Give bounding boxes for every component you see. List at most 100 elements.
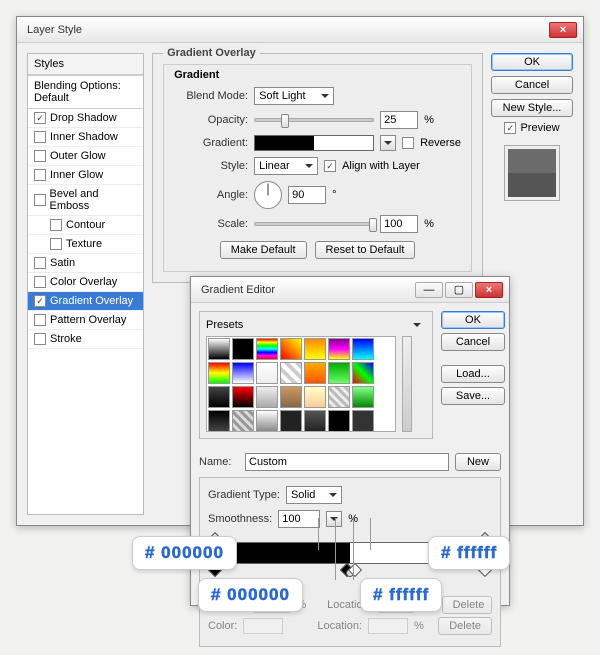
preview-checkbox[interactable] [504, 122, 516, 134]
style-checkbox[interactable] [34, 295, 46, 307]
opacity-slider[interactable] [254, 118, 374, 122]
style-checkbox[interactable] [34, 169, 46, 181]
gradient-preview[interactable] [254, 135, 374, 151]
style-item-texture[interactable]: Texture [28, 235, 143, 254]
style-checkbox[interactable] [50, 238, 62, 250]
style-item-drop-shadow[interactable]: Drop Shadow [28, 109, 143, 128]
smoothness-value[interactable]: 100 [278, 510, 320, 528]
reset-default-button[interactable]: Reset to Default [315, 241, 416, 259]
style-checkbox[interactable] [34, 112, 46, 124]
style-checkbox[interactable] [34, 314, 46, 326]
new-button[interactable]: New [455, 453, 501, 471]
style-item-color-overlay[interactable]: Color Overlay [28, 273, 143, 292]
blending-options-default[interactable]: Blending Options: Default [28, 75, 143, 109]
blend-mode-select[interactable]: Soft Light [254, 87, 334, 105]
scale-slider[interactable] [254, 222, 374, 226]
preset-swatch[interactable] [208, 338, 230, 360]
name-input[interactable]: Custom [245, 453, 449, 471]
preset-swatch[interactable] [208, 362, 230, 384]
preset-swatch[interactable] [304, 362, 326, 384]
preset-swatch[interactable] [304, 410, 326, 432]
preset-swatch[interactable] [256, 410, 278, 432]
maximize-icon[interactable]: ▢ [445, 282, 473, 298]
styles-header[interactable]: Styles [28, 54, 143, 75]
preset-swatch[interactable] [304, 338, 326, 360]
style-label: Bevel and Emboss [50, 188, 138, 212]
style-checkbox[interactable] [34, 194, 46, 206]
ok-button[interactable]: OK [491, 53, 573, 71]
preset-swatch[interactable] [256, 386, 278, 408]
ge-close-icon[interactable]: × [475, 282, 503, 298]
callout-line [335, 518, 336, 580]
close-icon[interactable]: × [549, 22, 577, 38]
style-checkbox[interactable] [34, 333, 46, 345]
color-swatch [243, 618, 283, 634]
ge-titlebar[interactable]: Gradient Editor — ▢ × [191, 277, 509, 303]
preset-swatch[interactable] [352, 362, 374, 384]
preset-swatch[interactable] [328, 362, 350, 384]
preset-swatch[interactable] [328, 338, 350, 360]
preset-swatch[interactable] [352, 338, 374, 360]
style-checkbox[interactable] [50, 219, 62, 231]
preset-swatch[interactable] [304, 386, 326, 408]
preset-swatch[interactable] [208, 410, 230, 432]
style-item-gradient-overlay[interactable]: Gradient Overlay [28, 292, 143, 311]
preset-swatch[interactable] [232, 386, 254, 408]
blend-mode-label: Blend Mode: [174, 90, 248, 102]
new-style-button[interactable]: New Style... [491, 99, 573, 117]
make-default-button[interactable]: Make Default [220, 241, 307, 259]
preset-swatch[interactable] [232, 410, 254, 432]
reverse-checkbox[interactable] [402, 137, 414, 149]
cancel-button[interactable]: Cancel [491, 76, 573, 94]
preset-swatch[interactable] [352, 410, 374, 432]
minimize-icon[interactable]: — [415, 282, 443, 298]
style-checkbox[interactable] [34, 276, 46, 288]
style-item-satin[interactable]: Satin [28, 254, 143, 273]
style-checkbox[interactable] [34, 150, 46, 162]
align-checkbox[interactable] [324, 160, 336, 172]
preset-swatch[interactable] [232, 362, 254, 384]
style-checkbox[interactable] [34, 131, 46, 143]
angle-dial[interactable] [254, 181, 282, 209]
style-item-bevel-and-emboss[interactable]: Bevel and Emboss [28, 185, 143, 216]
opacity-value[interactable]: 25 [380, 111, 418, 129]
preset-swatch[interactable] [280, 410, 302, 432]
style-label: Color Overlay [50, 276, 117, 288]
angle-value[interactable]: 90 [288, 186, 326, 204]
gradient-group-label: Gradient [174, 69, 461, 81]
preset-swatch[interactable] [280, 362, 302, 384]
preset-swatch[interactable] [352, 386, 374, 408]
presets-label: Presets [206, 319, 243, 331]
preset-swatch[interactable] [328, 386, 350, 408]
ge-save-button[interactable]: Save... [441, 387, 505, 405]
scale-value[interactable]: 100 [380, 215, 418, 233]
titlebar[interactable]: Layer Style × [17, 17, 583, 43]
preset-swatch[interactable] [280, 386, 302, 408]
style-item-pattern-overlay[interactable]: Pattern Overlay [28, 311, 143, 330]
preset-swatch[interactable] [328, 410, 350, 432]
style-checkbox[interactable] [34, 257, 46, 269]
presets-scrollbar[interactable] [402, 336, 412, 432]
gradient-picker-arrow[interactable] [380, 135, 396, 151]
style-item-outer-glow[interactable]: Outer Glow [28, 147, 143, 166]
gradient-type-select[interactable]: Solid [286, 486, 342, 504]
style-select[interactable]: Linear [254, 157, 318, 175]
style-label: Pattern Overlay [50, 314, 126, 326]
preset-swatch[interactable] [208, 386, 230, 408]
preset-swatch[interactable] [256, 362, 278, 384]
preset-swatch[interactable] [256, 338, 278, 360]
reverse-label: Reverse [420, 137, 461, 149]
style-item-contour[interactable]: Contour [28, 216, 143, 235]
style-item-inner-glow[interactable]: Inner Glow [28, 166, 143, 185]
styles-panel: Styles Blending Options: Default Drop Sh… [27, 53, 144, 515]
ge-load-button[interactable]: Load... [441, 365, 505, 383]
preset-swatch[interactable] [280, 338, 302, 360]
pct3: % [414, 620, 424, 632]
preset-swatch[interactable] [232, 338, 254, 360]
style-item-inner-shadow[interactable]: Inner Shadow [28, 128, 143, 147]
style-item-stroke[interactable]: Stroke [28, 330, 143, 349]
presets-grid[interactable] [206, 336, 396, 432]
presets-menu-icon[interactable] [408, 318, 426, 332]
ge-ok-button[interactable]: OK [441, 311, 505, 329]
ge-cancel-button[interactable]: Cancel [441, 333, 505, 351]
